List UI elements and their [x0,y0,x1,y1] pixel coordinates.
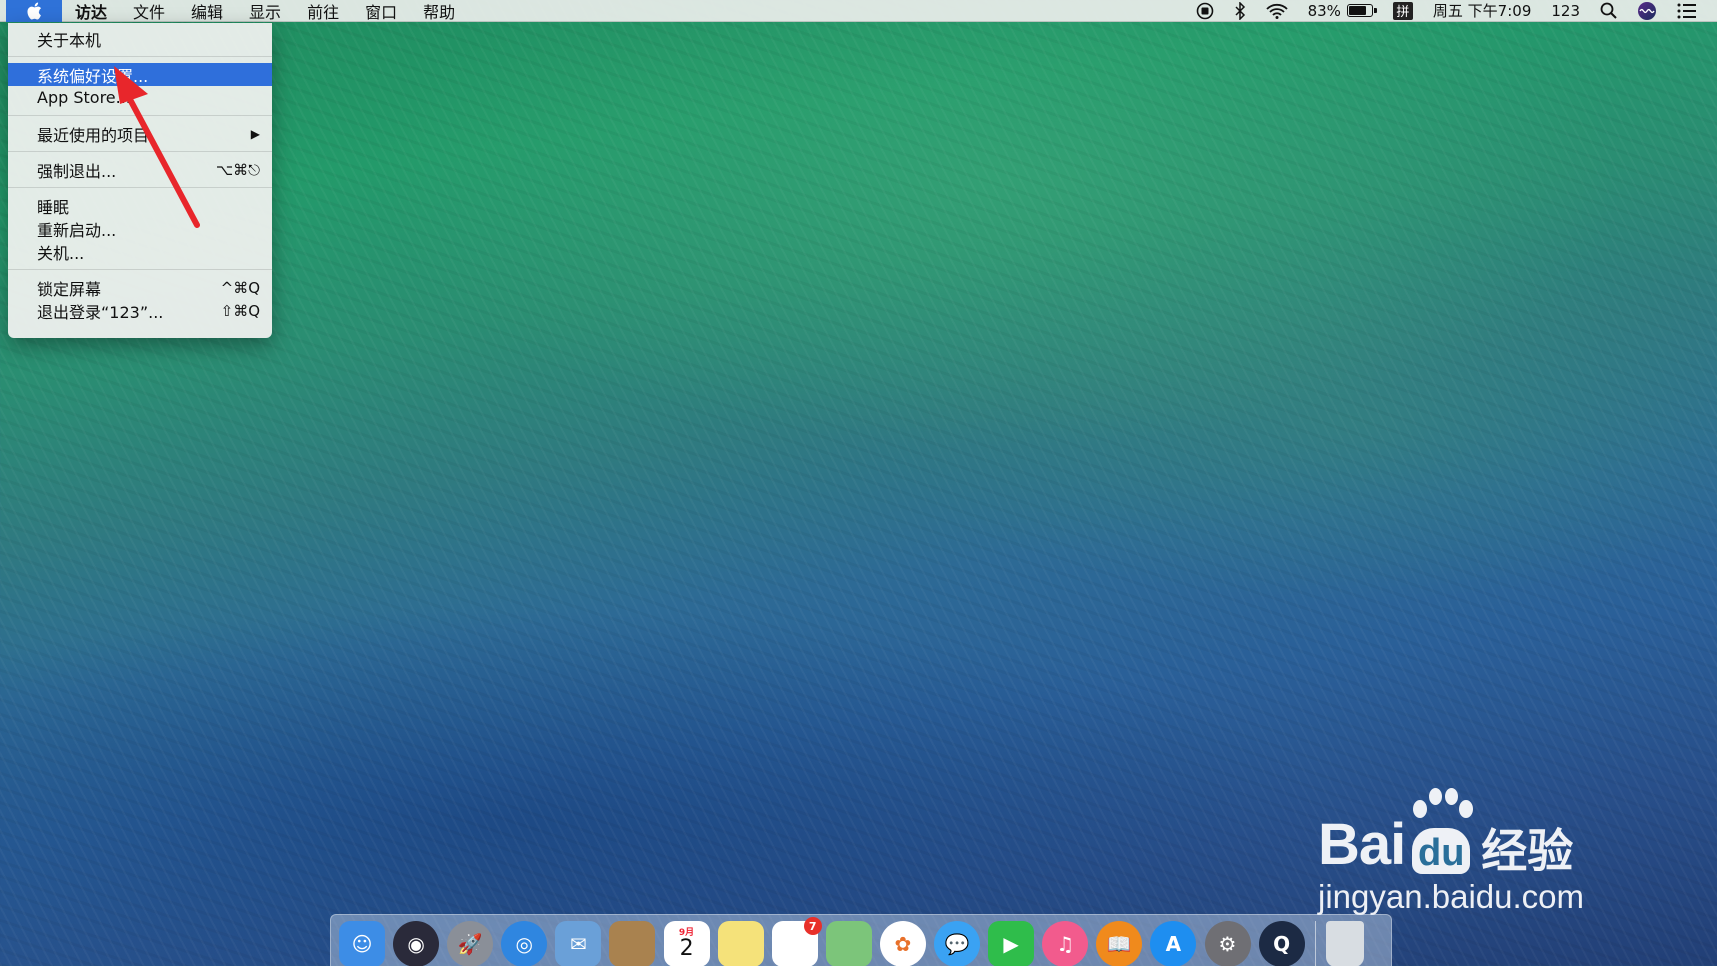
status-area: 83% 拼 周五 下午7:09 123 [1186,0,1717,22]
menu-bar: 访达 文件 编辑 显示 前往 窗口 帮助 83% 拼 周五 下午7:09 123 [0,0,1717,22]
menu-separator [8,56,272,57]
photos-icon[interactable]: ✿ [879,921,926,966]
battery-icon [1346,4,1377,17]
trash-icon[interactable] [1325,921,1364,966]
menu-go[interactable]: 前往 [294,0,352,22]
menu-item-label: 退出登录“123”... [37,302,164,322]
shortcut-label: ^⌘Q [220,278,260,297]
dock: ☺ ◉ 🚀 ◎ ✉ 9月 2 7 ✿ 💬 ▶ ♫ 📖 A ⚙ Q [330,914,1392,966]
screen-record-icon[interactable] [1186,0,1224,22]
menu-file[interactable]: 文件 [120,0,178,22]
menu-separator [8,269,272,270]
shortcut-label: ⌥⌘⎋ [215,160,260,179]
contacts-icon[interactable] [609,921,656,966]
menu-edit[interactable]: 编辑 [178,0,236,22]
launchpad-icon[interactable]: 🚀 [447,921,494,966]
notes-icon[interactable] [717,921,764,966]
watermark-brand-right: 经验 [1481,824,1574,878]
facetime-icon[interactable]: ▶ [988,921,1035,966]
app-store-icon[interactable]: A [1150,921,1197,966]
baidu-jingyan-watermark: Bai du 经验 jingyan.baidu.com [1318,782,1638,916]
watermark-url: jingyan.baidu.com [1318,878,1584,915]
calendar-day: 2 [679,935,694,961]
itunes-icon[interactable]: ♫ [1042,921,1089,966]
mail-icon[interactable]: ✉ [555,921,602,966]
watermark-logo: Bai du 经验 [1318,782,1638,874]
menu-item-about[interactable]: 关于本机 [8,27,272,50]
safari-icon[interactable]: ◎ [501,921,548,966]
input-method-icon: 拼 [1392,1,1413,20]
battery-percent: 83% [1307,1,1341,20]
menu-item-label: 睡眠 [37,197,70,217]
ibooks-icon[interactable]: 📖 [1096,921,1143,966]
notification-center-icon[interactable] [1667,0,1707,22]
spotlight-search-icon[interactable] [1590,0,1627,22]
calendar-icon[interactable]: 9月 2 [663,921,710,966]
maps-icon[interactable] [825,921,872,966]
menu-help[interactable]: 帮助 [410,0,468,22]
menu-item-logout[interactable]: 退出登录“123”... ⇧⌘Q [8,299,272,322]
menu-item-label: 关机... [37,243,85,263]
user-menu[interactable]: 123 [1541,0,1590,22]
battery-fill [1348,6,1366,15]
quicktime-icon[interactable]: Q [1258,921,1305,966]
bluetooth-icon[interactable] [1224,0,1256,22]
menu-window[interactable]: 窗口 [352,0,410,22]
wifi-icon[interactable] [1256,0,1298,22]
apple-logo-icon [27,2,42,20]
messages-icon[interactable]: 💬 [934,921,981,966]
submenu-arrow-icon: ▶ [250,126,260,141]
apple-menu-button[interactable] [6,0,62,22]
siri-icon[interactable]: ◉ [393,921,440,966]
menu-finder[interactable]: 访达 [62,0,120,22]
annotation-arrow-icon [114,66,200,228]
menu-item-lock-screen[interactable]: 锁定屏幕 ^⌘Q [8,276,272,299]
battery-status[interactable]: 83% [1298,0,1383,22]
menu-item-shutdown[interactable]: 关机... [8,240,272,263]
baidu-paw-icon: du [1409,788,1474,874]
siri-icon[interactable] [1627,0,1667,22]
shortcut-label: ⇧⌘Q [220,301,260,320]
dock-divider [1314,921,1316,966]
input-method-menu[interactable]: 拼 [1383,0,1423,22]
watermark-brand-mid: du [1412,828,1471,874]
clock[interactable]: 周五 下午7:09 [1423,0,1541,22]
notification-badge: 7 [803,917,822,935]
system-preferences-icon[interactable]: ⚙ [1204,921,1251,966]
menu-view[interactable]: 显示 [236,0,294,22]
finder-icon[interactable]: ☺ [339,921,385,966]
reminders-icon[interactable]: 7 [771,917,822,966]
watermark-brand-left: Bai [1318,812,1406,877]
menu-item-label: 关于本机 [37,30,102,50]
menu-item-label: 锁定屏幕 [37,279,102,299]
